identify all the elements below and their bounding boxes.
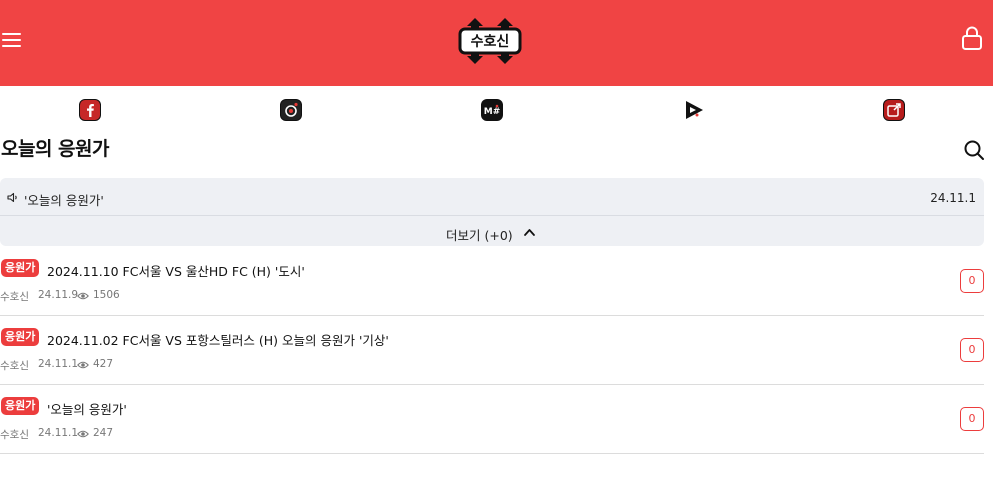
logo-text: 수호신 xyxy=(471,34,510,50)
youtube-icon[interactable] xyxy=(683,99,705,121)
category-badge: 응원가 xyxy=(1,259,40,277)
category-badge: 응원가 xyxy=(1,397,40,415)
list-item[interactable]: 응원가 2024.11.10 FC서울 VS 울산HD FC (H) '도시' … xyxy=(0,247,984,316)
page-title: 오늘의 응원가 xyxy=(1,138,110,160)
external-link-icon[interactable] xyxy=(883,99,905,121)
notice-title: '오늘의 응원가' xyxy=(24,193,104,208)
post-title[interactable]: 2024.11.02 FC서울 VS 포항스틸러스 (H) 오늘의 응원가 '기… xyxy=(47,330,389,349)
more-label: 더보기 (+0) xyxy=(446,228,513,243)
category-badge: 응원가 xyxy=(1,328,40,346)
post-author: 수호신 xyxy=(0,291,29,303)
top-header: 수호신 xyxy=(0,0,993,86)
hamburger-menu-icon[interactable] xyxy=(2,30,24,50)
eye-icon xyxy=(77,361,89,369)
social-links: M# xyxy=(0,96,993,124)
post-title[interactable]: 2024.11.10 FC서울 VS 울산HD FC (H) '도시' xyxy=(47,261,305,280)
svg-text:M#: M# xyxy=(484,107,501,117)
post-author: 수호신 xyxy=(0,360,29,372)
notice-date: 24.11.1 xyxy=(930,191,976,205)
post-date: 24.11.1 xyxy=(38,358,79,370)
list-item[interactable]: 응원가 '오늘의 응원가' 수호신 24.11.1 247 0 xyxy=(0,385,984,454)
post-views: 427 xyxy=(93,358,114,370)
post-title[interactable]: '오늘의 응원가' xyxy=(47,399,127,418)
notice-item[interactable]: '오늘의 응원가' 24.11.1 xyxy=(0,178,984,216)
post-date: 24.11.1 xyxy=(38,427,79,439)
eye-icon xyxy=(77,430,89,438)
site-logo[interactable]: 수호신 xyxy=(457,13,523,69)
comment-count-badge: 0 xyxy=(960,269,984,293)
media-icon[interactable]: M# xyxy=(481,99,503,121)
facebook-icon[interactable] xyxy=(79,99,101,121)
eye-icon xyxy=(77,292,89,300)
chevron-up-icon xyxy=(524,229,535,236)
lock-icon[interactable] xyxy=(959,25,985,51)
comment-count-badge: 0 xyxy=(960,407,984,431)
comment-count-badge: 0 xyxy=(960,338,984,362)
instagram-icon[interactable] xyxy=(280,99,302,121)
list-item[interactable]: 응원가 2024.11.02 FC서울 VS 포항스틸러스 (H) 오늘의 응원… xyxy=(0,316,984,385)
notice-box: '오늘의 응원가' 24.11.1 더보기 (+0) xyxy=(0,178,984,246)
more-button[interactable]: 더보기 (+0) xyxy=(0,217,984,246)
speaker-icon xyxy=(7,192,17,203)
post-date: 24.11.9 xyxy=(38,289,79,301)
post-views: 247 xyxy=(93,427,114,439)
search-icon[interactable] xyxy=(962,138,986,162)
post-views: 1506 xyxy=(93,289,120,301)
post-author: 수호신 xyxy=(0,429,29,441)
